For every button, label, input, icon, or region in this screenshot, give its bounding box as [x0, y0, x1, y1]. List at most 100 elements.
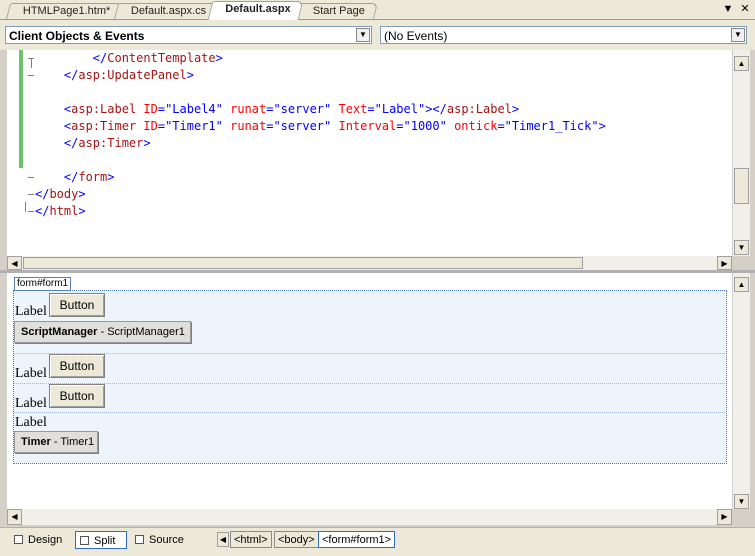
code-token: > — [107, 170, 115, 184]
button-control[interactable]: Button — [49, 293, 105, 317]
form-container[interactable] — [13, 290, 727, 464]
outline-marker — [28, 177, 34, 178]
scroll-down-icon[interactable]: ▼ — [734, 494, 749, 509]
code-token: ="server" — [266, 119, 339, 133]
control-type: ScriptManager — [21, 326, 98, 338]
scroll-left-icon[interactable]: ◀ — [7, 256, 22, 270]
code-token: > — [78, 204, 86, 218]
close-document-icon[interactable]: ✕ — [738, 2, 752, 16]
code-token: asp:Timer — [71, 119, 137, 133]
scroll-right-icon[interactable]: ▶ — [717, 256, 732, 270]
code-token: </ — [63, 136, 79, 150]
control-type: Timer — [21, 436, 51, 448]
code-token: body — [49, 187, 79, 201]
code-token: runat — [230, 119, 267, 133]
code-line: </form> — [35, 169, 115, 186]
code-token: > — [78, 187, 86, 201]
panel-separator — [14, 383, 725, 384]
split-view-button[interactable]: Split — [75, 531, 127, 549]
outline-marker — [28, 58, 34, 59]
code-token: ontick — [454, 119, 498, 133]
outline-marker — [28, 75, 34, 76]
scroll-up-icon[interactable]: ▲ — [734, 277, 749, 292]
tab-label: Start Page — [312, 5, 365, 17]
breadcrumb-html[interactable]: <html> — [230, 531, 272, 548]
tab-start-page[interactable]: Start Page — [296, 3, 378, 19]
breadcrumb-body[interactable]: <body> — [274, 531, 319, 548]
code-horizontal-scrollbar[interactable]: ◀ ▶ — [7, 256, 732, 270]
client-objects-dropdown[interactable]: Client Objects & Events ▼ — [5, 26, 372, 44]
scroll-right-icon[interactable]: ▶ — [717, 509, 732, 525]
outline-marker — [31, 58, 42, 68]
tab-label: HTMLPage1.htm* — [22, 5, 111, 17]
chevron-down-icon[interactable]: ▼ — [731, 28, 745, 42]
scroll-thumb[interactable] — [23, 257, 583, 269]
code-token: > — [215, 51, 223, 65]
source-icon — [135, 535, 144, 544]
label-control[interactable]: Label — [15, 304, 47, 320]
tab-list-dropdown-icon[interactable]: ▼ — [721, 2, 735, 16]
design-icon — [14, 535, 23, 544]
design-horizontal-scrollbar[interactable]: ◀ ▶ — [7, 509, 732, 525]
tab-default-aspx[interactable]: Default.aspx — [207, 1, 304, 20]
navigation-bar: Client Objects & Events ▼ (No Events) ▼ — [0, 20, 755, 50]
button-control[interactable]: Button — [49, 384, 105, 408]
code-token: asp:Label — [71, 102, 137, 116]
tab-default-aspx-cs[interactable]: Default.aspx.cs — [114, 3, 220, 19]
source-code-editor[interactable]: </ContentTemplate> </asp:UpdatePanel> <a… — [7, 50, 732, 256]
tab-label: Default.aspx.cs — [130, 5, 207, 17]
label-control[interactable]: Label — [15, 415, 47, 431]
code-token: asp:Label — [446, 102, 512, 116]
source-view-button[interactable]: Source — [131, 531, 189, 549]
code-token: ="server" — [266, 102, 339, 116]
document-tab-bar: HTMLPage1.htm* Default.aspx.cs Default.a… — [0, 0, 755, 20]
script-manager-control[interactable]: ScriptManager - ScriptManager1 — [14, 321, 191, 343]
split-icon — [80, 536, 89, 545]
breadcrumb-back-icon[interactable]: ◀ — [217, 532, 229, 547]
code-line: <asp:Label ID="Label4" runat="server" Te… — [35, 101, 519, 118]
design-view-button[interactable]: Design — [10, 531, 68, 549]
code-token: Text — [338, 102, 368, 116]
scroll-down-icon[interactable]: ▼ — [734, 240, 749, 255]
code-token: ContentTemplate — [107, 51, 216, 65]
code-line: </body> — [35, 186, 86, 203]
code-token: asp:Timer — [78, 136, 144, 150]
code-token: ID — [143, 119, 158, 133]
design-vertical-scrollbar[interactable]: ▲ ▼ — [732, 273, 750, 509]
outline-marker — [28, 211, 34, 212]
code-token: > — [186, 68, 194, 82]
view-bar: Design Split Source ◀ <html> <body> <for… — [0, 527, 755, 556]
code-token: </ — [63, 170, 79, 184]
tab-htmlpage1[interactable]: HTMLPage1.htm* — [6, 3, 124, 19]
scroll-up-icon[interactable]: ▲ — [734, 56, 749, 71]
button-control[interactable]: Button — [49, 354, 105, 378]
code-line: </ContentTemplate> — [35, 50, 223, 67]
panel-separator — [14, 353, 725, 354]
code-token: ="Timer1_Tick"> — [497, 119, 606, 133]
events-dropdown[interactable]: (No Events) ▼ — [380, 26, 747, 44]
chevron-down-icon[interactable]: ▼ — [356, 28, 370, 42]
client-objects-value: Client Objects & Events — [9, 29, 145, 43]
code-token: html — [49, 204, 79, 218]
breadcrumb-form[interactable]: <form#form1> — [318, 531, 396, 548]
form-tag-label[interactable]: form#form1 — [14, 277, 72, 291]
code-token: Interval — [338, 119, 397, 133]
label-control[interactable]: Label — [15, 396, 47, 412]
scroll-left-icon[interactable]: ◀ — [7, 509, 22, 525]
code-token: > — [143, 136, 151, 150]
code-token: form — [78, 170, 108, 184]
code-vertical-scrollbar[interactable]: ▲ ▼ — [732, 50, 750, 256]
events-value: (No Events) — [384, 29, 448, 43]
code-line: <asp:Timer ID="Timer1" runat="server" In… — [35, 118, 606, 135]
code-token: </ — [63, 68, 79, 82]
code-token: asp:UpdatePanel — [78, 68, 187, 82]
design-view-label: Design — [28, 534, 63, 546]
label-control[interactable]: Label — [15, 366, 47, 382]
scroll-thumb[interactable] — [734, 168, 749, 204]
outline-marker — [28, 194, 34, 195]
timer-control[interactable]: Timer - Timer1 — [14, 431, 98, 453]
code-token: ="1000" — [396, 119, 455, 133]
changed-lines-indicator — [19, 50, 23, 168]
code-token: ="Timer1" — [157, 119, 231, 133]
code-token: ID — [143, 102, 158, 116]
